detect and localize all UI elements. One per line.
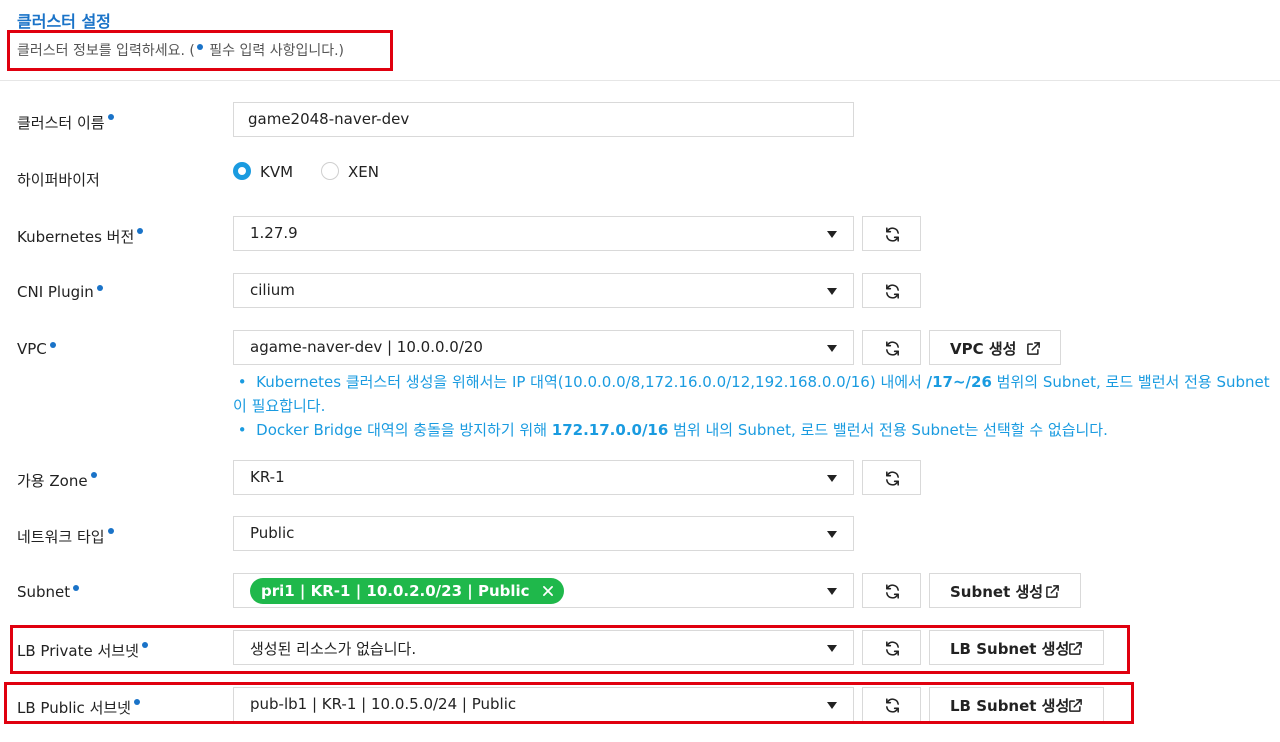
subnet-create-label: Subnet 생성 [950, 583, 1044, 601]
subnet-refresh-button[interactable] [862, 573, 921, 608]
cluster-name-input[interactable]: game2048-naver-dev [233, 102, 854, 137]
vpc-create-button[interactable]: VPC 생성 [929, 330, 1061, 365]
refresh-icon [886, 584, 899, 599]
hypervisor-label: 하이퍼바이저 [17, 171, 100, 189]
k8s-version-select[interactable]: 1.27.9 [233, 216, 854, 251]
kvm-radio[interactable] [233, 162, 251, 180]
caret-down-icon [827, 475, 837, 482]
k8s-version-label: Kubernetes 버전 [17, 226, 145, 247]
external-link-icon [1046, 585, 1059, 598]
cni-plugin-value: cilium [250, 281, 295, 299]
cluster-name-value: game2048-naver-dev [248, 110, 410, 128]
k8s-version-value: 1.27.9 [250, 224, 298, 242]
section-title: 클러스터 설정 [17, 12, 111, 31]
bullet-icon: • [233, 421, 257, 439]
network-type-select[interactable]: Public [233, 516, 854, 551]
cni-plugin-select[interactable]: cilium [233, 273, 854, 308]
vpc-select[interactable]: agame-naver-dev | 10.0.0.0/20 [233, 330, 854, 365]
refresh-icon [886, 284, 899, 299]
refresh-icon [886, 341, 899, 356]
subnet-chip-label: pri1 | KR-1 | 10.0.2.0/23 | Public [261, 582, 530, 600]
k8s-version-refresh-button[interactable] [862, 216, 921, 251]
caret-down-icon [827, 288, 837, 295]
kvm-radio-label[interactable]: KVM [260, 163, 293, 181]
caret-down-icon [827, 588, 837, 595]
xen-radio-label[interactable]: XEN [348, 163, 379, 181]
highlight-box-subtitle [7, 30, 393, 71]
required-dot-icon [90, 472, 97, 478]
required-dot-icon [137, 228, 144, 234]
vpc-create-label: VPC 생성 [950, 340, 1017, 358]
subnet-select[interactable]: pri1 | KR-1 | 10.0.2.0/23 | Public [233, 573, 854, 608]
vpc-label: VPC [17, 340, 58, 358]
required-dot-icon [107, 114, 114, 120]
highlight-box-lb-public [4, 682, 1134, 724]
required-dot-icon [96, 285, 103, 291]
zone-select[interactable]: KR-1 [233, 460, 854, 495]
note-1: • Kubernetes 클러스터 생성을 위해서는 IP 대역(10.0.0.… [233, 373, 1270, 415]
network-type-label: 네트워크 타입 [17, 526, 116, 547]
zone-refresh-button[interactable] [862, 460, 921, 495]
refresh-icon [886, 471, 899, 486]
subnet-label: Subnet [17, 583, 81, 601]
highlight-box-lb-private [10, 625, 1130, 674]
bullet-icon: • [233, 373, 257, 391]
cni-plugin-refresh-button[interactable] [862, 273, 921, 308]
xen-radio[interactable] [321, 162, 339, 180]
required-dot-icon [107, 528, 114, 534]
network-type-value: Public [250, 524, 295, 542]
vpc-refresh-button[interactable] [862, 330, 921, 365]
refresh-icon [886, 227, 899, 242]
cni-plugin-label: CNI Plugin [17, 283, 105, 301]
cluster-name-label: 클러스터 이름 [17, 112, 116, 133]
caret-down-icon [827, 531, 837, 538]
external-link-icon [1027, 342, 1040, 355]
subnet-chip: pri1 | KR-1 | 10.0.2.0/23 | Public [250, 578, 564, 604]
subnet-create-button[interactable]: Subnet 생성 [929, 573, 1081, 608]
zone-label: 가용 Zone [17, 470, 99, 491]
required-dot-icon [49, 342, 56, 348]
required-dot-icon [73, 585, 80, 591]
caret-down-icon [827, 345, 837, 352]
note-2: • Docker Bridge 대역의 충돌을 방지하기 위해 172.17.0… [233, 421, 1108, 439]
vpc-value: agame-naver-dev | 10.0.0.0/20 [250, 338, 483, 356]
zone-value: KR-1 [250, 468, 285, 486]
vpc-notes: • Kubernetes 클러스터 생성을 위해서는 IP 대역(10.0.0.… [233, 370, 1273, 442]
caret-down-icon [827, 231, 837, 238]
remove-chip-icon[interactable] [541, 584, 555, 598]
